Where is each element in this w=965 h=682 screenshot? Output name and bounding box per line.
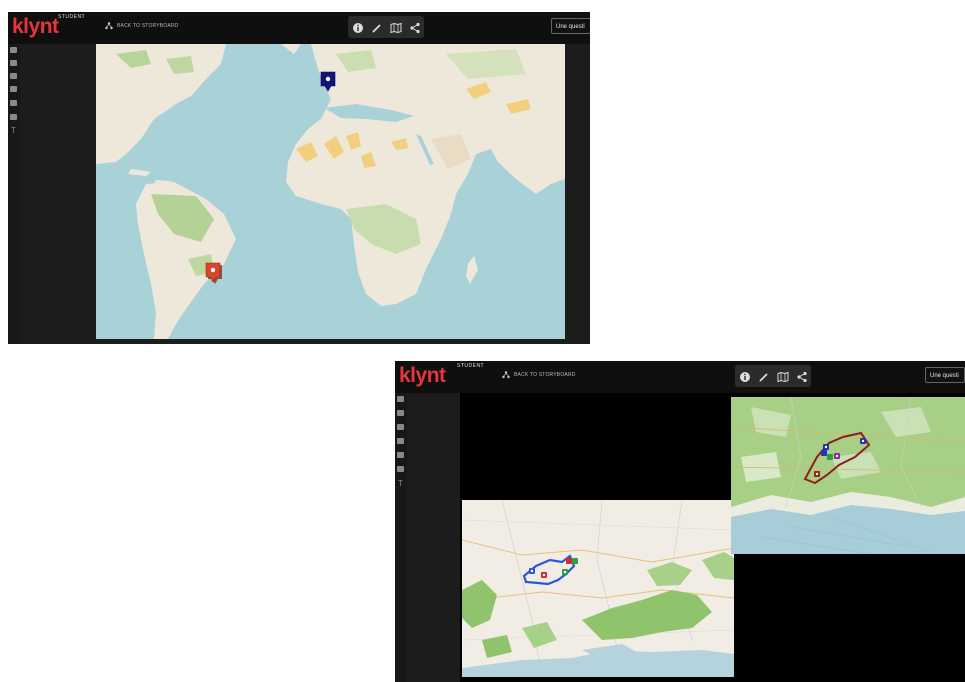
alps-region-map[interactable] [731,397,965,554]
video-icon[interactable] [10,73,17,79]
alps-marker-purple[interactable] [834,453,840,459]
slideshow-icon[interactable] [397,466,404,472]
info-icon[interactable] [739,370,751,382]
grid-icon[interactable] [10,47,17,53]
question-input[interactable]: Une questi [551,18,590,34]
music-icon[interactable] [397,438,404,444]
screenshot-split-maps: klynt STUDENT BACK TO STORYBOARD Une que… [395,361,965,682]
alps-marker-red[interactable] [814,471,820,477]
question-input[interactable]: Une questi [925,367,965,383]
back-link-label: BACK TO STORYBOARD [117,23,179,29]
alps-marker-east [860,438,866,444]
pencil-icon[interactable] [371,21,383,33]
rio-region-map[interactable] [462,500,734,677]
alps-marker-secondary [821,450,827,456]
slideshow-icon[interactable] [10,114,17,120]
music-icon[interactable] [10,86,17,92]
klynt-logo[interactable]: klynt STUDENT [12,14,85,39]
rio-marker-red[interactable] [541,572,547,578]
back-to-storyboard-link[interactable]: BACK TO STORYBOARD [105,22,179,30]
back-to-storyboard-link[interactable]: BACK TO STORYBOARD [502,371,576,379]
camera-icon[interactable] [397,410,404,416]
logo-badge: STUDENT [457,363,485,369]
pencil-icon[interactable] [758,370,770,382]
image-icon[interactable] [10,100,17,106]
media-sidebar: T [395,393,407,682]
map-icon[interactable] [390,21,402,34]
logo-text: klynt [12,15,59,38]
text-tool-icon[interactable]: T [11,126,18,135]
text-tool-icon[interactable]: T [398,479,405,488]
logo-badge: STUDENT [58,14,86,20]
world-map[interactable] [96,44,565,339]
alps-marker-tertiary [827,454,833,460]
share-icon[interactable] [796,370,808,383]
logo-text: klynt [399,364,446,387]
image-icon[interactable] [397,452,404,458]
back-link-label: BACK TO STORYBOARD [514,372,576,378]
info-icon[interactable] [352,21,364,33]
share-icon[interactable] [409,21,421,34]
storyboard-icon [105,22,113,30]
storyboard-icon [502,371,510,379]
alps-marker-blue[interactable] [823,444,829,450]
media-sidebar: T [8,44,20,344]
map-icon[interactable] [777,370,789,383]
klynt-logo[interactable]: klynt STUDENT [399,363,484,388]
screenshot-world-map: klynt STUDENT BACK TO STORYBOARD Une que… [8,12,590,344]
video-icon[interactable] [397,424,404,430]
top-bar: klynt STUDENT BACK TO STORYBOARD Une que… [395,361,965,393]
rio-marker-blue[interactable] [529,568,535,574]
grid-icon[interactable] [397,396,404,402]
top-bar: klynt STUDENT BACK TO STORYBOARD Une que… [8,12,590,44]
camera-icon[interactable] [10,60,17,66]
rio-marker-green[interactable] [562,569,568,575]
toolbar [348,16,424,38]
toolbar [735,365,811,387]
